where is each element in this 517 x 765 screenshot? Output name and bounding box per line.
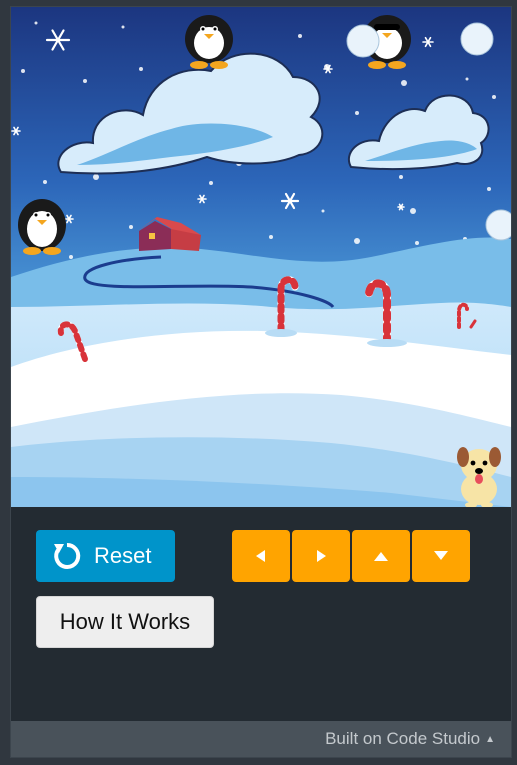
how-it-works-button[interactable]: How It Works (36, 596, 214, 648)
controls-panel: Reset How It Works (11, 507, 511, 721)
triangle-down-icon (434, 551, 448, 560)
footer-bar: Built on Code Studio ▲ (11, 721, 511, 757)
triangle-up-icon (374, 552, 388, 561)
caret-up-icon: ▲ (485, 733, 495, 745)
refresh-icon (52, 541, 82, 571)
right-arrow-button[interactable] (292, 530, 350, 582)
game-canvas[interactable] (11, 7, 511, 507)
built-on-code-studio-link[interactable]: Built on Code Studio ▲ (325, 729, 495, 749)
footer-link-label: Built on Code Studio (325, 729, 481, 748)
triangle-right-icon (317, 550, 326, 562)
reset-label: Reset (94, 543, 152, 568)
page-frame: Reset How It Works Built on Code Studio … (0, 0, 517, 765)
app-container: Reset How It Works Built on Code Studio … (10, 6, 512, 758)
left-arrow-button[interactable] (232, 530, 290, 582)
up-arrow-button[interactable] (352, 530, 410, 582)
reset-button[interactable]: Reset (36, 530, 175, 582)
down-arrow-button[interactable] (412, 530, 470, 582)
triangle-left-icon (256, 550, 265, 562)
